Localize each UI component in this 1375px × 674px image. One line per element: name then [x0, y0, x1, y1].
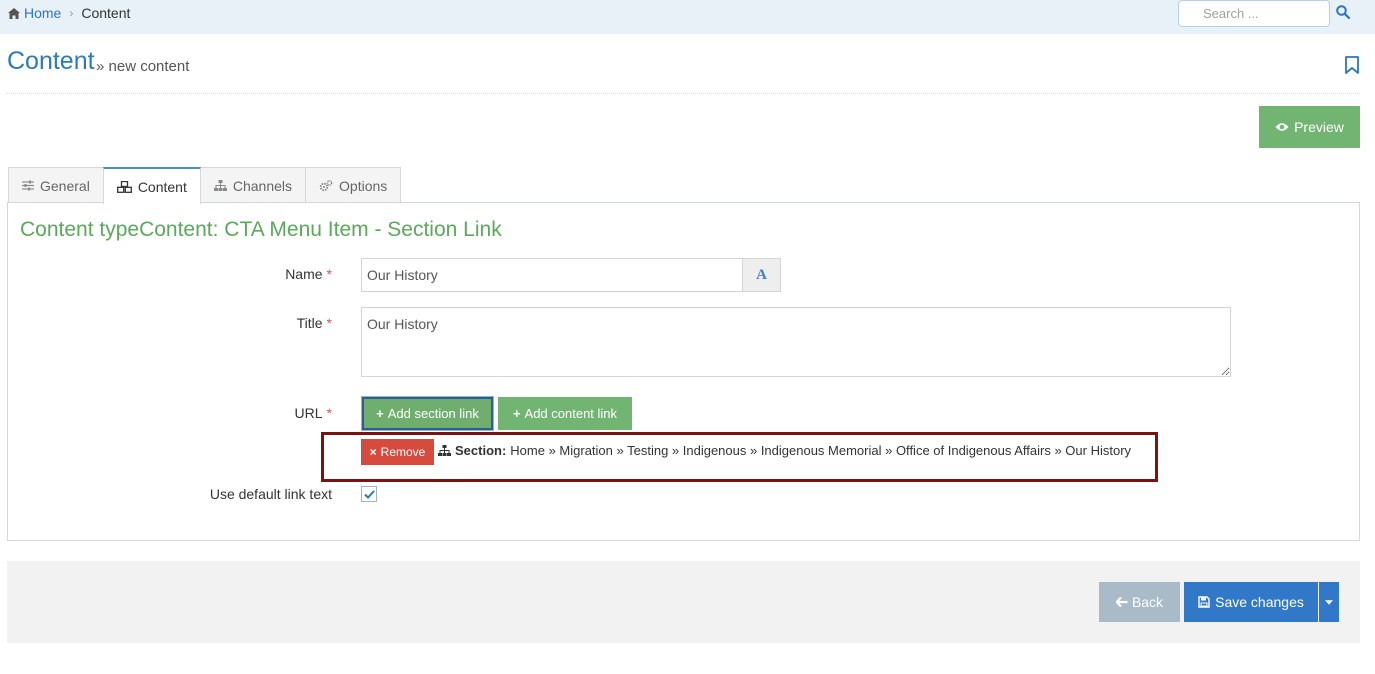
bookmark-icon[interactable]: [1344, 56, 1360, 80]
caret-down-icon: [1325, 599, 1333, 605]
section-link-path: Section: Home » Migration » Testing » In…: [438, 443, 1131, 458]
tab-bar: General Content Channels Options: [8, 167, 402, 204]
section-prefix: Section:: [455, 443, 507, 458]
breadcrumb-current: Content: [81, 5, 131, 21]
name-label-text: Name: [285, 266, 323, 282]
top-bar: [0, 0, 1375, 34]
back-button[interactable]: Back: [1099, 582, 1180, 622]
back-label: Back: [1131, 594, 1164, 610]
save-label: Save changes: [1215, 594, 1304, 610]
plus-icon: +: [512, 406, 521, 421]
breadcrumb-home-label: Home: [24, 5, 62, 21]
name-field[interactable]: [361, 258, 743, 292]
content-type-heading: Content typeContent: CTA Menu Item - Sec…: [20, 218, 502, 241]
add-content-link-button[interactable]: + Add content link: [498, 397, 632, 430]
required-marker: *: [326, 315, 332, 331]
preview-button[interactable]: Preview: [1259, 106, 1360, 148]
use-default-link-text-label: Use default link text: [209, 486, 332, 502]
url-label-text: URL: [294, 405, 323, 421]
title-divider: [7, 93, 1360, 94]
add-section-link-button[interactable]: + Add section link: [362, 397, 493, 430]
tab-channels-label: Channels: [232, 177, 293, 194]
tab-content[interactable]: Content: [102, 167, 201, 204]
checkmark-icon: [363, 489, 375, 499]
sliders-icon: [22, 180, 34, 191]
url-label: URL *: [250, 405, 332, 421]
tab-options-label: Options: [339, 177, 388, 194]
required-marker: *: [326, 266, 332, 282]
save-button[interactable]: Save changes: [1184, 582, 1318, 622]
page-subtitle: » new content: [96, 58, 190, 75]
search-input[interactable]: [1178, 0, 1330, 27]
use-default-link-text-checkbox[interactable]: [361, 486, 377, 502]
add-section-link-label: Add section link: [387, 406, 479, 421]
page-title: Content: [7, 47, 95, 75]
sitemap-icon: [213, 180, 227, 191]
section-path-text: Home » Migration » Testing » Indigenous …: [510, 443, 1132, 458]
title-label: Title *: [250, 315, 332, 331]
home-icon: [8, 7, 20, 19]
save-options-dropdown[interactable]: [1319, 582, 1339, 622]
close-icon: ×: [369, 445, 377, 459]
sitemap-icon: [438, 445, 451, 456]
tab-options[interactable]: Options: [305, 167, 402, 203]
eye-icon: [1275, 123, 1289, 131]
breadcrumb: Home › Content: [8, 5, 130, 21]
add-content-link-label: Add content link: [524, 406, 618, 421]
required-marker: *: [326, 405, 332, 421]
tab-general-label: General: [40, 177, 90, 194]
breadcrumb-home-link[interactable]: Home: [8, 5, 61, 21]
title-field[interactable]: Our History: [361, 307, 1231, 377]
arrow-left-icon: [1115, 597, 1128, 607]
search-icon[interactable]: [1336, 5, 1352, 21]
text-icon[interactable]: A: [742, 258, 781, 292]
save-icon: [1198, 596, 1210, 608]
plus-icon: +: [376, 406, 384, 421]
remove-label: Remove: [380, 445, 426, 459]
title-label-text: Title: [296, 315, 323, 331]
gears-icon: [319, 179, 333, 191]
tab-content-label: Content: [137, 178, 187, 195]
breadcrumb-separator-icon: ›: [69, 6, 74, 20]
tab-channels[interactable]: Channels: [199, 167, 307, 203]
name-label: Name *: [250, 266, 332, 282]
tab-general[interactable]: General: [8, 167, 104, 203]
remove-link-button[interactable]: × Remove: [361, 439, 434, 465]
preview-label: Preview: [1294, 119, 1344, 135]
cubes-icon: [116, 180, 132, 193]
